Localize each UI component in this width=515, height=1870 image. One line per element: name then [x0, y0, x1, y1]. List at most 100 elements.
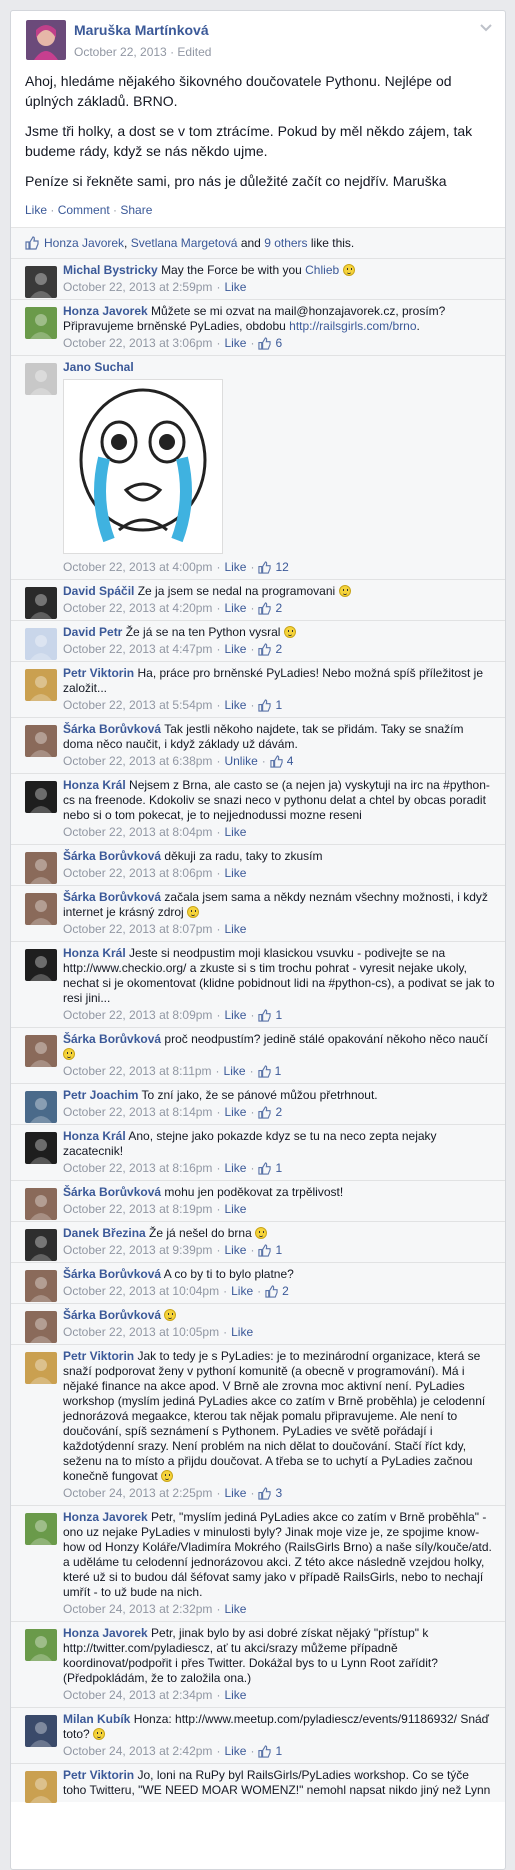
comment-like-link[interactable]: Like	[224, 1688, 246, 1703]
author-avatar[interactable]	[26, 20, 66, 60]
comment-timestamp[interactable]: October 22, 2013 at 8:07pm	[63, 922, 212, 937]
comment-like-link[interactable]: Like	[224, 698, 246, 713]
commenter-avatar[interactable]	[25, 852, 57, 884]
commenter-avatar[interactable]	[25, 1311, 57, 1343]
like-count[interactable]: 2	[282, 1284, 289, 1299]
commenter-name[interactable]: Šárka Borůvková	[63, 849, 161, 863]
comment-like-link[interactable]: Like	[224, 560, 246, 575]
commenter-name[interactable]: Honza Král	[63, 1129, 126, 1143]
like-count[interactable]: 1	[275, 1744, 282, 1759]
comment-like-link[interactable]: Like	[224, 1486, 246, 1501]
like-count[interactable]: 1	[275, 1243, 282, 1258]
comment-like-link[interactable]: Like	[224, 1105, 246, 1120]
comment-timestamp[interactable]: October 22, 2013 at 4:20pm	[63, 601, 212, 616]
comment-link[interactable]: http://railsgirls.com/brno	[289, 319, 416, 333]
like-count[interactable]: 1	[275, 698, 282, 713]
meme-image[interactable]	[63, 379, 223, 554]
commenter-name[interactable]: David Petr	[63, 625, 122, 639]
comment-timestamp[interactable]: October 24, 2013 at 2:42pm	[63, 1744, 212, 1759]
commenter-avatar[interactable]	[25, 628, 57, 660]
like-count[interactable]: 3	[275, 1486, 282, 1501]
comment-timestamp[interactable]: October 22, 2013 at 4:47pm	[63, 642, 212, 657]
commenter-name[interactable]: Šárka Borůvková	[63, 722, 161, 736]
comment-timestamp[interactable]: October 22, 2013 at 4:00pm	[63, 560, 212, 575]
edited-label[interactable]: Edited	[177, 45, 211, 59]
comment-like-link[interactable]: Like	[224, 642, 246, 657]
liker-name[interactable]: Svetlana Margetová	[131, 236, 238, 250]
comment-like-link[interactable]: Like	[224, 1202, 246, 1217]
comment-like-link[interactable]: Like	[224, 1161, 246, 1176]
comment-timestamp[interactable]: October 22, 2013 at 5:54pm	[63, 698, 212, 713]
comment-like-link[interactable]: Like	[224, 1064, 246, 1079]
commenter-name[interactable]: Petr Viktorin	[63, 1768, 134, 1782]
commenter-avatar[interactable]	[25, 1513, 57, 1545]
post-date[interactable]: October 22, 2013	[74, 45, 167, 59]
share-link[interactable]: Share	[120, 203, 152, 217]
commenter-name[interactable]: Honza Král	[63, 946, 126, 960]
comment-timestamp[interactable]: October 24, 2013 at 2:32pm	[63, 1602, 212, 1617]
commenter-avatar[interactable]	[25, 1188, 57, 1220]
comment-timestamp[interactable]: October 22, 2013 at 8:14pm	[63, 1105, 212, 1120]
commenter-name[interactable]: Michal Bystricky	[63, 263, 158, 277]
comment-timestamp[interactable]: October 22, 2013 at 9:39pm	[63, 1243, 212, 1258]
commenter-name[interactable]: Petr Joachim	[63, 1088, 138, 1102]
comment-like-link[interactable]: Like	[224, 601, 246, 616]
commenter-avatar[interactable]	[25, 1715, 57, 1747]
like-count[interactable]: 1	[275, 1064, 282, 1079]
commenter-avatar[interactable]	[25, 1629, 57, 1661]
comment-timestamp[interactable]: October 22, 2013 at 10:04pm	[63, 1284, 219, 1299]
commenter-avatar[interactable]	[25, 893, 57, 925]
comment-like-link[interactable]: Like	[224, 825, 246, 840]
comment-like-link[interactable]: Like	[224, 1008, 246, 1023]
comment-like-link[interactable]: Like	[224, 280, 246, 295]
comment-timestamp[interactable]: October 22, 2013 at 6:38pm	[63, 754, 212, 769]
commenter-name[interactable]: Šárka Borůvková	[63, 1032, 161, 1046]
post-author[interactable]: Maruška Martínková	[74, 22, 209, 38]
commenter-avatar[interactable]	[25, 266, 57, 298]
comment-timestamp[interactable]: October 22, 2013 at 8:04pm	[63, 825, 212, 840]
commenter-avatar[interactable]	[25, 1132, 57, 1164]
commenter-avatar[interactable]	[25, 669, 57, 701]
chevron-down-icon[interactable]	[479, 21, 493, 35]
comment-like-link[interactable]: Like	[231, 1325, 253, 1340]
comment-like-link[interactable]: Like	[224, 922, 246, 937]
comment-timestamp[interactable]: October 22, 2013 at 3:06pm	[63, 336, 212, 351]
like-count[interactable]: 2	[275, 642, 282, 657]
comment-timestamp[interactable]: October 22, 2013 at 10:05pm	[63, 1325, 219, 1340]
comment-like-link[interactable]: Like	[224, 336, 246, 351]
commenter-avatar[interactable]	[25, 1352, 57, 1384]
like-count[interactable]: 1	[275, 1008, 282, 1023]
commenter-name[interactable]: David Spáčil	[63, 584, 134, 598]
commenter-avatar[interactable]	[25, 949, 57, 981]
commenter-avatar[interactable]	[25, 587, 57, 619]
commenter-avatar[interactable]	[25, 1270, 57, 1302]
comment-timestamp[interactable]: October 22, 2013 at 8:16pm	[63, 1161, 212, 1176]
commenter-avatar[interactable]	[25, 725, 57, 757]
commenter-avatar[interactable]	[25, 781, 57, 813]
comment-like-link[interactable]: Like	[224, 1744, 246, 1759]
like-count[interactable]: 12	[275, 560, 288, 575]
like-count[interactable]: 2	[275, 1105, 282, 1120]
commenter-name[interactable]: Honza Javorek	[63, 304, 148, 318]
like-count[interactable]: 4	[287, 754, 294, 769]
like-link[interactable]: Like	[25, 203, 47, 217]
comment-timestamp[interactable]: October 22, 2013 at 8:19pm	[63, 1202, 212, 1217]
comment-timestamp[interactable]: October 24, 2013 at 2:34pm	[63, 1688, 212, 1703]
commenter-avatar[interactable]	[25, 307, 57, 339]
comment-like-link[interactable]: Like	[231, 1284, 253, 1299]
commenter-avatar[interactable]	[25, 363, 57, 395]
commenter-name[interactable]: Honza Král	[63, 778, 126, 792]
commenter-name[interactable]: Šárka Borůvková	[63, 1267, 161, 1281]
like-count[interactable]: 1	[275, 1161, 282, 1176]
commenter-name[interactable]: Milan Kubík	[63, 1712, 130, 1726]
comment-timestamp[interactable]: October 24, 2013 at 2:25pm	[63, 1486, 212, 1501]
commenter-name[interactable]: Petr Viktorin	[63, 666, 134, 680]
commenter-name[interactable]: Petr Viktorin	[63, 1349, 134, 1363]
comment-link[interactable]: Comment	[58, 203, 110, 217]
commenter-name[interactable]: Šárka Borůvková	[63, 1308, 161, 1322]
comment-like-link[interactable]: Like	[224, 1243, 246, 1258]
comment-timestamp[interactable]: October 22, 2013 at 8:11pm	[63, 1064, 212, 1079]
comment-like-link[interactable]: Like	[224, 1602, 246, 1617]
liker-name[interactable]: Honza Javorek	[44, 236, 124, 250]
comment-like-link[interactable]: Unlike	[224, 754, 257, 769]
